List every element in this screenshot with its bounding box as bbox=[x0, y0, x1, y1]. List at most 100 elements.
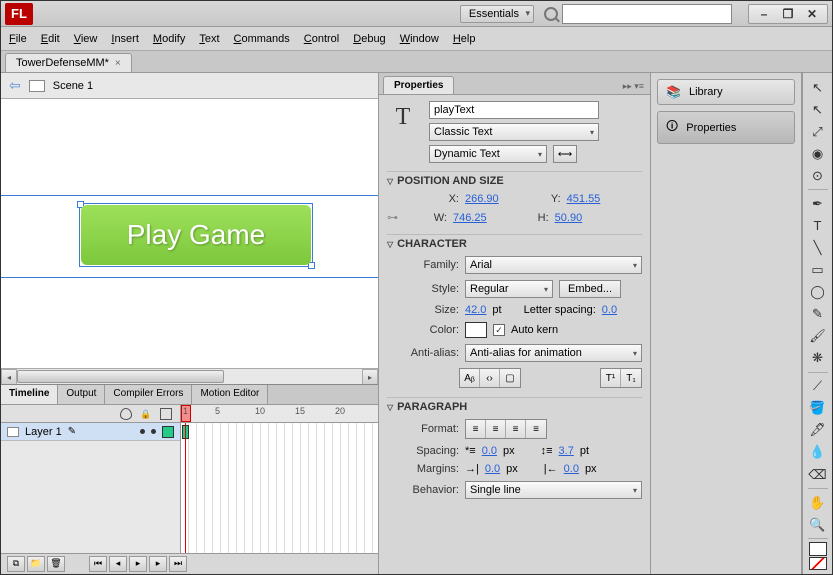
3d-rotate-tool[interactable]: ◉ bbox=[806, 143, 830, 164]
guide-line[interactable] bbox=[1, 195, 378, 196]
goto-first-button[interactable]: ⏮ bbox=[89, 556, 107, 572]
size-value[interactable]: 42.0 bbox=[465, 304, 486, 316]
properties-tab[interactable]: Properties bbox=[383, 76, 454, 94]
search-input[interactable] bbox=[562, 4, 732, 24]
menu-text[interactable]: Text bbox=[199, 33, 219, 45]
color-swatch[interactable] bbox=[465, 322, 487, 338]
menu-view[interactable]: View bbox=[74, 33, 98, 45]
lasso-tool[interactable]: ⊙ bbox=[806, 165, 830, 186]
layer-row[interactable]: Layer 1 ✎ bbox=[1, 423, 180, 441]
properties-dock-button[interactable]: 🛈 Properties bbox=[657, 111, 795, 144]
subscript-button[interactable]: T₁ bbox=[621, 369, 641, 387]
selection-tool[interactable]: ↖ bbox=[806, 77, 830, 98]
behavior-select[interactable]: Single line bbox=[465, 481, 642, 499]
menu-insert[interactable]: Insert bbox=[111, 33, 139, 45]
text-tool[interactable]: T bbox=[806, 215, 830, 236]
guide-line[interactable] bbox=[1, 277, 378, 278]
delete-layer-button[interactable]: 🗑 bbox=[47, 556, 65, 572]
play-game-button[interactable]: Play Game bbox=[81, 205, 311, 265]
twisty-icon[interactable]: ▽ bbox=[387, 403, 393, 412]
deco-tool[interactable]: ❋ bbox=[806, 348, 830, 369]
embed-button[interactable]: Embed... bbox=[559, 280, 621, 298]
lock-dot[interactable] bbox=[151, 429, 156, 434]
h-value[interactable]: 50.90 bbox=[555, 212, 583, 224]
restore-button[interactable]: ❐ bbox=[781, 7, 795, 21]
minimize-button[interactable]: – bbox=[757, 7, 771, 21]
panel-menu-icon[interactable]: ▸▸ ▾≡ bbox=[617, 79, 650, 94]
free-transform-tool[interactable]: ⤢ bbox=[806, 121, 830, 142]
link-wh-icon[interactable]: ⊶ bbox=[387, 211, 405, 225]
new-layer-button[interactable]: ⧉ bbox=[7, 556, 25, 572]
visibility-dot[interactable] bbox=[140, 429, 145, 434]
line-tool[interactable]: ╲ bbox=[806, 237, 830, 258]
antialias-select[interactable]: Anti-alias for animation bbox=[465, 344, 642, 362]
stage[interactable]: Play Game bbox=[1, 99, 378, 368]
font-family-select[interactable]: Arial bbox=[465, 256, 642, 274]
outline-icon[interactable] bbox=[160, 408, 172, 420]
new-folder-button[interactable]: 📁 bbox=[27, 556, 45, 572]
layer-color-swatch[interactable] bbox=[162, 426, 174, 438]
menu-control[interactable]: Control bbox=[304, 33, 339, 45]
menu-edit[interactable]: Edit bbox=[41, 33, 60, 45]
autokern-checkbox[interactable]: ✓ bbox=[493, 324, 505, 336]
fill-swatch[interactable] bbox=[809, 542, 827, 555]
eyedrop-tool[interactable]: 💧 bbox=[806, 442, 830, 463]
tab-output[interactable]: Output bbox=[58, 385, 105, 404]
align-center-button[interactable]: ≡ bbox=[486, 420, 506, 438]
margin-right-value[interactable]: 0.0 bbox=[564, 463, 579, 475]
close-button[interactable]: ✕ bbox=[805, 7, 819, 21]
menu-help[interactable]: Help bbox=[453, 33, 476, 45]
tab-compiler-errors[interactable]: Compiler Errors bbox=[105, 385, 192, 404]
document-tab[interactable]: TowerDefenseMM* × bbox=[5, 53, 132, 72]
workspace-selector[interactable]: Essentials bbox=[460, 5, 534, 23]
border-button[interactable]: ▢ bbox=[500, 369, 520, 387]
goto-last-button[interactable]: ⏭ bbox=[169, 556, 187, 572]
stroke-swatch[interactable] bbox=[809, 557, 827, 570]
rect-tool[interactable]: ▭ bbox=[806, 259, 830, 280]
indent-value[interactable]: 0.0 bbox=[482, 445, 497, 457]
leading-value[interactable]: 3.7 bbox=[559, 445, 574, 457]
twisty-icon[interactable]: ▽ bbox=[387, 177, 393, 186]
bone-tool[interactable]: ⟋ bbox=[806, 376, 830, 397]
hand-tool[interactable]: ✋ bbox=[806, 492, 830, 513]
ink-tool[interactable]: 🖋 bbox=[806, 420, 830, 441]
eraser-tool[interactable]: ⌫ bbox=[806, 464, 830, 485]
selectable-button[interactable]: Aᵦ bbox=[460, 369, 480, 387]
menu-window[interactable]: Window bbox=[400, 33, 439, 45]
zoom-tool[interactable]: 🔍 bbox=[806, 514, 830, 535]
scroll-left-icon[interactable]: ◂ bbox=[1, 369, 17, 385]
oval-tool[interactable]: ◯ bbox=[806, 282, 830, 303]
text-type-select[interactable]: Dynamic Text bbox=[429, 145, 547, 163]
menu-debug[interactable]: Debug bbox=[353, 33, 385, 45]
orientation-button[interactable]: ⟷ bbox=[553, 145, 577, 163]
library-dock-button[interactable]: 📚 Library bbox=[657, 79, 795, 105]
lock-icon[interactable] bbox=[140, 408, 152, 420]
play-button[interactable]: ▸ bbox=[129, 556, 147, 572]
pencil-tool[interactable]: ✎ bbox=[806, 304, 830, 325]
close-tab-icon[interactable]: × bbox=[115, 58, 121, 69]
align-right-button[interactable]: ≡ bbox=[506, 420, 526, 438]
align-justify-button[interactable]: ≡ bbox=[526, 420, 546, 438]
brush-tool[interactable]: 🖌 bbox=[806, 326, 830, 347]
step-fwd-button[interactable]: ▸ bbox=[149, 556, 167, 572]
margin-left-value[interactable]: 0.0 bbox=[485, 463, 500, 475]
instance-name-input[interactable] bbox=[429, 101, 599, 119]
html-button[interactable]: ‹› bbox=[480, 369, 500, 387]
y-value[interactable]: 451.55 bbox=[567, 193, 601, 205]
superscript-button[interactable]: T¹ bbox=[601, 369, 621, 387]
tab-timeline[interactable]: Timeline bbox=[1, 385, 58, 404]
x-value[interactable]: 266.90 bbox=[465, 193, 499, 205]
step-back-button[interactable]: ◂ bbox=[109, 556, 127, 572]
frame-ruler[interactable]: 15101520 bbox=[181, 405, 378, 422]
subselect-tool[interactable]: ↖ bbox=[806, 99, 830, 120]
pen-tool[interactable]: ✒ bbox=[806, 193, 830, 214]
visibility-icon[interactable] bbox=[120, 408, 132, 420]
letter-spacing-value[interactable]: 0.0 bbox=[602, 304, 617, 316]
twisty-icon[interactable]: ▽ bbox=[387, 240, 393, 249]
font-style-select[interactable]: Regular bbox=[465, 280, 553, 298]
menu-modify[interactable]: Modify bbox=[153, 33, 185, 45]
scrollbar-thumb[interactable] bbox=[17, 370, 224, 383]
w-value[interactable]: 746.25 bbox=[453, 212, 487, 224]
tab-motion-editor[interactable]: Motion Editor bbox=[192, 385, 268, 404]
menu-file[interactable]: File bbox=[9, 33, 27, 45]
